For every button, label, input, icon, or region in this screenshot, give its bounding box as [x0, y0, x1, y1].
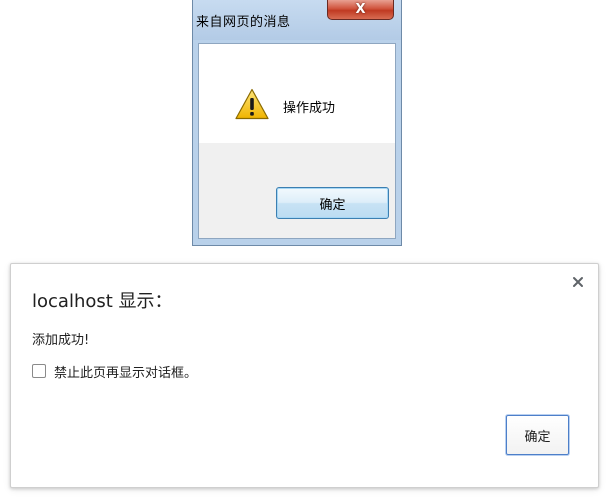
windows-alert-ok-button[interactable]: 确定 — [276, 187, 389, 219]
suppress-dialogs-checkbox[interactable] — [32, 364, 46, 378]
warning-icon — [235, 88, 269, 120]
chrome-alert-dialog: localhost 显示： 添加成功! 禁止此页再显示对话框。 确定 — [10, 263, 599, 488]
windows-alert-body: 操作成功 确定 — [198, 43, 396, 239]
windows-alert-titlebar[interactable]: 来自网页的消息 X — [193, 0, 401, 40]
windows-alert-content: 操作成功 — [199, 44, 395, 143]
windows-alert-close-button[interactable]: X — [327, 0, 394, 20]
close-icon: X — [355, 2, 366, 17]
close-icon[interactable] — [571, 275, 585, 289]
windows-alert-dialog: 来自网页的消息 X 操作成功 确定 — [192, 0, 402, 246]
windows-alert-message: 操作成功 — [283, 101, 336, 116]
suppress-dialogs-option[interactable]: 禁止此页再显示对话框。 — [32, 362, 197, 381]
suppress-dialogs-label[interactable]: 禁止此页再显示对话框。 — [54, 362, 197, 381]
windows-alert-title: 来自网页的消息 — [196, 15, 291, 30]
chrome-alert-ok-button[interactable]: 确定 — [506, 415, 569, 455]
chrome-alert-title: localhost 显示： — [32, 291, 173, 312]
screenshot-canvas: 来自网页的消息 X 操作成功 确定 localhost 显示： 添加成功! 禁止… — [0, 0, 614, 499]
chrome-alert-message: 添加成功! — [32, 333, 90, 348]
